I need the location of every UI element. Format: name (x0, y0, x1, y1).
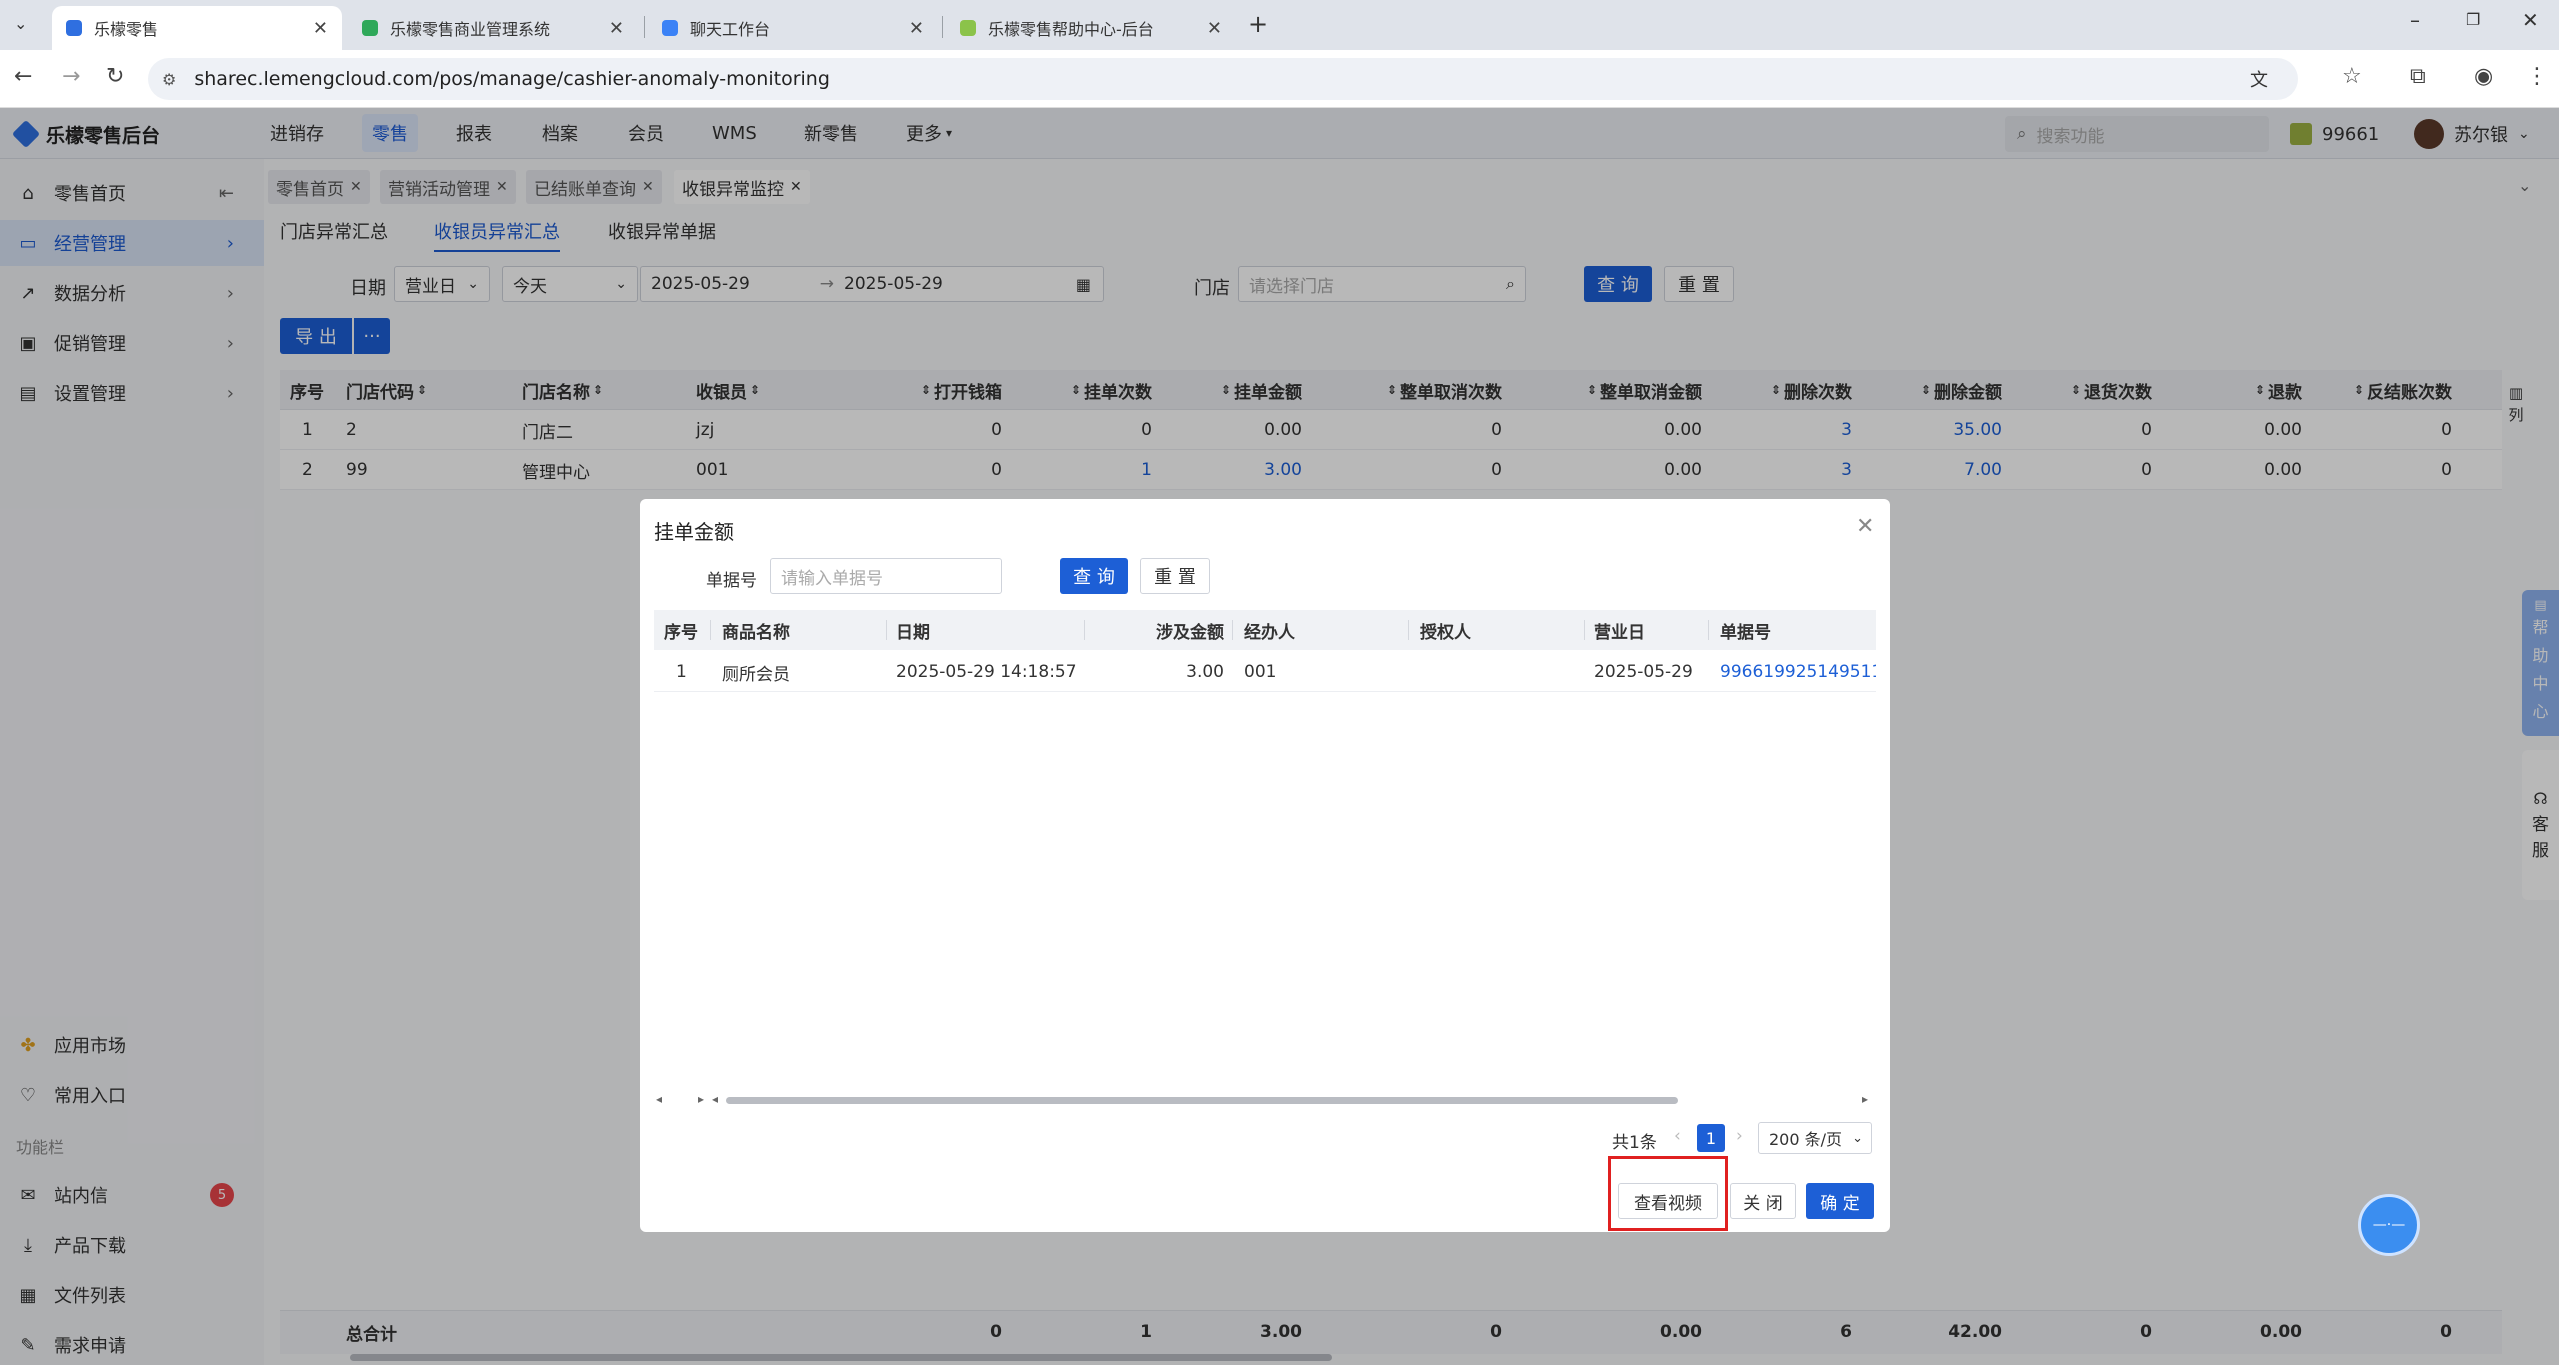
dlg-col-date: 日期 (896, 622, 930, 643)
col-divider (1584, 620, 1585, 640)
chat-favicon-icon (662, 20, 678, 36)
receipt-link[interactable]: 99661992514951​10 (1720, 652, 1876, 692)
browser-tab-2[interactable]: 乐檬零售商业管理系统 ✕ (348, 6, 638, 50)
browser-tab-3[interactable]: 聊天工作台 ✕ (648, 6, 938, 50)
minimize-icon[interactable]: – (2410, 8, 2420, 32)
next-page-icon[interactable]: › (1736, 1126, 1743, 1146)
page-size-select[interactable]: 200 条/页 ⌄ (1758, 1122, 1872, 1154)
dialog-reset-button[interactable]: 重 置 (1140, 558, 1210, 594)
pagination-current-page[interactable]: 1 (1697, 1124, 1725, 1152)
site-info-icon[interactable]: ⚙ (162, 70, 176, 89)
page-size-value: 200 条/页 (1769, 1130, 1843, 1149)
browser-menu-icon[interactable]: ⋮ (2526, 64, 2548, 89)
dialog-title: 挂单金额 (654, 520, 734, 544)
browser-tab-title: 乐檬零售商业管理系统 (390, 20, 551, 39)
receipt-no-placeholder: 请输入单据号 (781, 568, 883, 589)
dialog-query-button[interactable]: 查 询 (1060, 558, 1128, 594)
col-divider (1708, 620, 1709, 640)
scroll-right-icon[interactable]: ▸ (1862, 1092, 1868, 1106)
close-icon[interactable]: ✕ (1207, 18, 1222, 39)
dlg-col-handler: 经办人 (1244, 622, 1295, 643)
col-divider (710, 620, 711, 640)
browser-tab-title: 乐檬零售帮助中心-后台 (988, 20, 1154, 39)
assistant-bubble-icon[interactable]: —·— (2358, 1194, 2420, 1256)
lemeng-favicon-icon (362, 20, 378, 36)
translate-icon[interactable]: 文 (2250, 66, 2268, 92)
chevron-down-icon: ⌄ (1852, 1130, 1863, 1146)
close-icon[interactable]: ✕ (313, 18, 328, 39)
browser-tab-1[interactable]: 乐檬零售 ✕ (52, 6, 342, 50)
extensions-icon[interactable]: ⧉ (2410, 64, 2426, 89)
lemeng-favicon-icon (66, 20, 82, 36)
cell: 001 (1244, 662, 1277, 682)
browser-tab-strip: ⌄ 乐檬零售 ✕ 乐檬零售商业管理系统 ✕ 聊天工作台 ✕ 乐檬零售帮助中心-后… (0, 0, 2559, 50)
receipt-no-input[interactable]: 请输入单据号 (770, 558, 1002, 594)
dialog-horizontal-scrollbar[interactable] (726, 1097, 1678, 1104)
col-divider (886, 620, 887, 640)
close-icon[interactable]: ✕ (1856, 514, 1874, 539)
help-favicon-icon (960, 20, 976, 36)
profile-icon[interactable]: ◉ (2474, 64, 2493, 89)
tab-divider (942, 16, 943, 38)
browser-tab-4[interactable]: 乐檬零售帮助中心-后台 ✕ (946, 6, 1236, 50)
cell: 3.00 (1186, 662, 1224, 682)
receipt-no-label: 单据号 (706, 571, 757, 591)
browser-tab-title: 聊天工作台 (690, 20, 771, 39)
prev-page-icon[interactable]: ‹ (1674, 1126, 1681, 1146)
cell: 2025-05-29 14:18:57 (896, 662, 1077, 682)
reload-icon[interactable]: ↻ (106, 64, 124, 89)
close-icon[interactable]: ✕ (609, 18, 624, 39)
view-video-button[interactable]: 查看视频 (1618, 1183, 1718, 1219)
hold-amount-dialog (640, 499, 1890, 1232)
dlg-col-index: 序号 (664, 622, 698, 643)
bookmark-star-icon[interactable]: ☆ (2342, 64, 2362, 89)
dlg-col-receipt-no: 单据号 (1720, 622, 1771, 643)
restore-icon[interactable]: ❐ (2466, 10, 2480, 29)
tab-search-icon[interactable]: ⌄ (14, 14, 27, 33)
dlg-col-product: 商品名称 (722, 622, 790, 643)
scroll-right-icon[interactable]: ▸ (698, 1092, 704, 1106)
col-divider (1232, 620, 1233, 640)
dlg-col-amount: 涉及金额 (1156, 622, 1224, 643)
forward-icon[interactable]: → (62, 64, 80, 89)
cell: 2025-05-29 (1594, 662, 1693, 682)
url-field[interactable]: ⚙ sharec.lemengcloud.com/pos/manage/cash… (148, 58, 2298, 100)
dlg-col-authorizer: 授权人 (1420, 622, 1471, 643)
close-button[interactable]: 关 闭 (1730, 1183, 1796, 1219)
browser-tab-title: 乐檬零售 (94, 20, 159, 39)
pagination-total: 共1条 (1612, 1133, 1657, 1153)
dlg-col-business-day: 营业日 (1594, 622, 1645, 643)
url-text: sharec.lemengcloud.com/pos/manage/cashie… (194, 68, 830, 90)
back-icon[interactable]: ← (14, 64, 32, 89)
cell: 1 (676, 662, 687, 682)
col-divider (1084, 620, 1085, 640)
cell: 厕所会员 (722, 664, 790, 685)
new-tab-icon[interactable]: + (1248, 10, 1268, 38)
window-close-icon[interactable]: ✕ (2522, 8, 2539, 32)
scroll-left-icon[interactable]: ◂ (712, 1092, 718, 1106)
scroll-left-icon[interactable]: ◂ (656, 1092, 662, 1106)
col-divider (1408, 620, 1409, 640)
tab-divider (644, 16, 645, 38)
confirm-button[interactable]: 确 定 (1806, 1183, 1874, 1219)
close-icon[interactable]: ✕ (909, 18, 924, 39)
